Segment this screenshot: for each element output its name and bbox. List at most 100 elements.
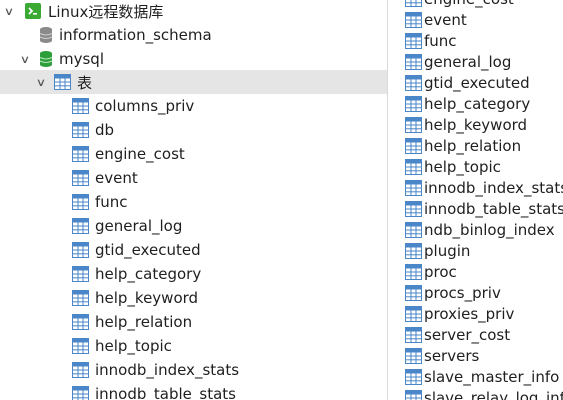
table-folder-icon [54, 74, 71, 90]
table-icon [72, 242, 89, 258]
object-label: help_relation [424, 136, 522, 155]
chevron-down-icon[interactable]: ∨ [32, 70, 50, 94]
panel-divider[interactable] [387, 0, 388, 400]
object-list-item[interactable]: ndb_binlog_index [405, 219, 555, 240]
tree-item-table[interactable]: help_category [0, 262, 387, 286]
object-label: help_topic [424, 157, 501, 176]
tree-item-table[interactable]: help_keyword [0, 286, 387, 310]
table-icon [405, 74, 422, 91]
table-icon [405, 305, 422, 322]
tree-item-table[interactable]: help_relation [0, 310, 387, 334]
table-label: db [95, 121, 115, 139]
object-list-item[interactable]: servers [405, 345, 479, 366]
tree-item-table[interactable]: engine_cost [0, 142, 387, 166]
table-icon [405, 179, 422, 196]
object-label: help_category [424, 94, 531, 113]
object-list-item[interactable]: slave_master_info [405, 366, 559, 387]
object-list-item[interactable]: slave_relay_log_info [405, 387, 563, 400]
tree-item-table[interactable]: event [0, 166, 387, 190]
object-list-item[interactable]: plugin [405, 240, 470, 261]
tree-item-table[interactable]: innodb_table_stats [0, 382, 387, 400]
tree-item-table[interactable]: innodb_index_stats [0, 358, 387, 382]
table-icon [405, 221, 422, 238]
linux-connection-icon [24, 2, 42, 20]
object-list-item[interactable]: procs_priv [405, 282, 501, 303]
connection-label: Linux远程数据库 [48, 2, 164, 21]
table-icon [405, 53, 422, 70]
table-icon [405, 242, 422, 259]
table-icon [72, 98, 89, 114]
table-label: help_topic [95, 337, 172, 355]
table-icon [405, 32, 422, 49]
object-label: engine_cost [424, 0, 514, 8]
table-icon [405, 263, 422, 280]
object-list-item[interactable]: help_category [405, 93, 530, 114]
table-icon [72, 338, 89, 354]
object-list-item[interactable]: proxies_priv [405, 303, 514, 324]
database-label: information_schema [59, 26, 212, 44]
object-list-item[interactable]: help_topic [405, 156, 501, 177]
table-icon [72, 314, 89, 330]
object-label: general_log [424, 52, 512, 71]
table-icon [405, 200, 422, 217]
object-label: innodb_table_stats [424, 199, 563, 218]
table-icon [72, 218, 89, 234]
object-label: help_keyword [424, 115, 528, 134]
object-list-item[interactable]: general_log [405, 51, 511, 72]
table-icon [405, 326, 422, 343]
database-icon [39, 50, 53, 68]
tree-item-table[interactable]: db [0, 118, 387, 142]
object-list-item[interactable]: gtid_executed [405, 72, 530, 93]
table-icon [72, 386, 89, 400]
table-label: help_category [95, 265, 202, 283]
chevron-down-icon[interactable]: ∨ [16, 47, 34, 71]
tables-folder-label: 表 [77, 73, 93, 92]
database-label: mysql [59, 50, 104, 68]
table-icon [72, 362, 89, 378]
object-list-item[interactable]: innodb_table_stats [405, 198, 563, 219]
table-icon [405, 368, 422, 385]
table-label: innodb_index_stats [95, 361, 240, 379]
object-label: event [424, 10, 467, 29]
object-list-item[interactable]: innodb_index_stats [405, 177, 563, 198]
object-list-item[interactable]: server_cost [405, 324, 510, 345]
tree-item-table[interactable]: gtid_executed [0, 238, 387, 262]
tree-item-table[interactable]: general_log [0, 214, 387, 238]
table-icon [405, 0, 422, 7]
tree-item-table[interactable]: help_topic [0, 334, 387, 358]
table-label: help_keyword [95, 289, 199, 307]
table-label: engine_cost [95, 145, 185, 163]
table-label: gtid_executed [95, 241, 201, 259]
table-icon [405, 137, 422, 154]
table-icon [72, 266, 89, 282]
table-icon [405, 116, 422, 133]
tree-item-table[interactable]: func [0, 190, 387, 214]
table-label: general_log [95, 217, 183, 235]
object-label: procs_priv [424, 283, 501, 302]
table-icon [72, 170, 89, 186]
table-label: innodb_table_stats [95, 385, 236, 400]
table-label: func [95, 193, 128, 211]
tree-item-tables-folder[interactable]: ∨ 表 [0, 70, 387, 94]
chevron-down-icon[interactable]: ∨ [0, 0, 18, 23]
tree-item-database-information-schema[interactable]: information_schema [0, 23, 387, 47]
object-list-item[interactable]: engine_cost [405, 0, 514, 9]
navigation-tree: ∨ Linux远程数据库 information_schema ∨ mysql … [0, 0, 387, 400]
table-icon [405, 11, 422, 28]
tree-item-table[interactable]: columns_priv [0, 94, 387, 118]
object-list-item[interactable]: event [405, 9, 467, 30]
table-label: event [95, 169, 138, 187]
object-list-item[interactable]: help_relation [405, 135, 521, 156]
database-icon [39, 26, 53, 44]
object-label: gtid_executed [424, 73, 530, 92]
object-list-item[interactable]: help_keyword [405, 114, 527, 135]
table-icon [72, 122, 89, 138]
object-list-item[interactable]: func [405, 30, 457, 51]
table-label: columns_priv [95, 97, 195, 115]
object-list-item[interactable]: proc [405, 261, 457, 282]
tree-item-database-mysql[interactable]: ∨ mysql [0, 47, 387, 71]
table-label: help_relation [95, 313, 193, 331]
tree-item-connection[interactable]: ∨ Linux远程数据库 [0, 0, 387, 23]
table-icon [405, 158, 422, 175]
object-label: proc [424, 262, 457, 281]
